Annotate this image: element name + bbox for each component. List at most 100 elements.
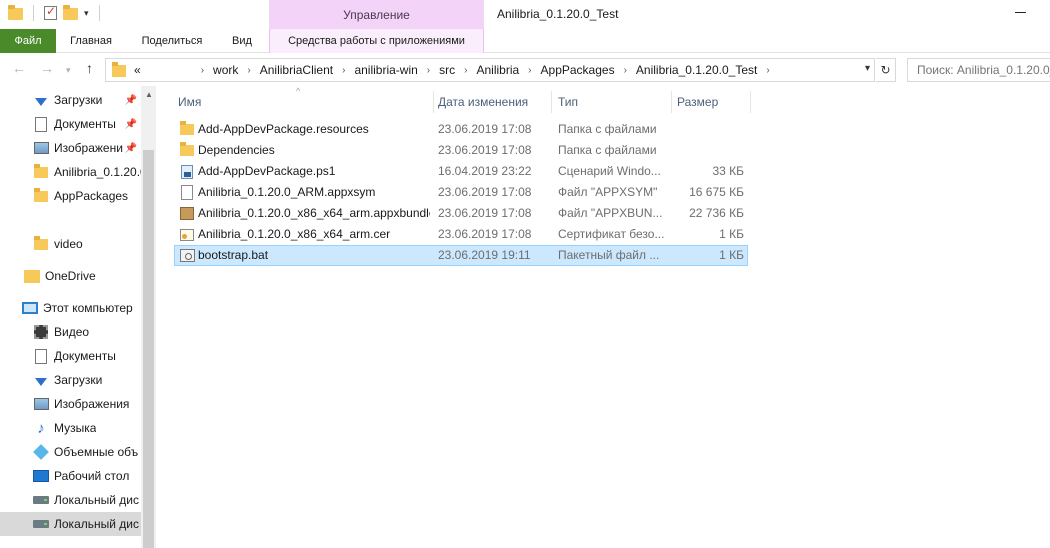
chevron-right-icon[interactable]: ›: [247, 65, 250, 76]
sidebar-item-label: OneDrive: [45, 269, 96, 283]
folder-icon[interactable]: [8, 5, 23, 20]
customize-toolbar-chevron-icon[interactable]: ▾: [84, 8, 89, 19]
blank-file-icon: [179, 185, 195, 200]
breadcrumb-item[interactable]: AppPackages: [541, 63, 615, 77]
file-name: Add-AppDevPackage.ps1: [198, 164, 336, 178]
sidebar-item-label: Загрузки: [54, 373, 103, 387]
breadcrumb: « › work › AnilibriaClient › anilibria-w…: [134, 63, 779, 77]
sidebar-item-onedrive[interactable]: OneDrive: [0, 264, 141, 288]
breadcrumb-item[interactable]: AnilibriaClient: [260, 63, 333, 77]
chevron-right-icon[interactable]: ›: [766, 65, 769, 76]
search-input[interactable]: [907, 58, 1050, 82]
quick-access-toolbar: ▾: [8, 4, 104, 21]
download-icon: [33, 372, 49, 388]
file-row-selected[interactable]: bootstrap.bat 23.06.2019 19:11 Пакетный …: [174, 245, 748, 266]
folder-icon: [112, 62, 126, 77]
breadcrumb-item[interactable]: anilibria-win: [354, 63, 417, 77]
sidebar-scrollbar-thumb[interactable]: [143, 150, 154, 548]
chevron-right-icon[interactable]: ›: [342, 65, 345, 76]
up-arrow-icon[interactable]: ↑: [86, 60, 93, 76]
pictures-icon: [33, 140, 49, 156]
sidebar-item-downloads-quick[interactable]: Загрузки 📌: [0, 88, 141, 112]
file-row[interactable]: Add-AppDevPackage.resources 23.06.2019 1…: [174, 119, 748, 140]
sidebar-item-video-folder[interactable]: video: [0, 232, 141, 256]
file-date: 23.06.2019 17:08: [438, 143, 532, 157]
sidebar-item-videos[interactable]: Видео: [0, 320, 141, 344]
file-row[interactable]: Anilibria_0.1.20.0_x86_x64_arm.cer 23.06…: [174, 224, 748, 245]
sidebar-item-documents[interactable]: Документы: [0, 344, 141, 368]
sidebar-item-3d-objects[interactable]: Объемные объ: [0, 440, 141, 464]
column-header-date[interactable]: Дата изменения: [433, 91, 552, 113]
scroll-up-arrow-icon[interactable]: ▲: [145, 90, 153, 99]
file-row[interactable]: Dependencies 23.06.2019 17:08 Папка с фа…: [174, 140, 748, 161]
breadcrumb-item[interactable]: work: [213, 63, 238, 77]
breadcrumb-item[interactable]: src: [439, 63, 455, 77]
tab-share[interactable]: Поделиться: [133, 29, 211, 53]
sidebar-item-label: Видео: [54, 325, 90, 339]
sidebar-item-label: video: [54, 237, 83, 251]
sidebar-item-label: Музыка: [54, 421, 97, 435]
chevron-right-icon[interactable]: ›: [624, 65, 627, 76]
documents-icon: [33, 116, 49, 132]
pin-icon[interactable]: 📌: [125, 119, 137, 130]
breadcrumb-item-current[interactable]: Anilibria_0.1.20.0_Test: [636, 63, 757, 77]
minimize-button[interactable]: [1015, 12, 1026, 13]
column-header-name[interactable]: Имя: [173, 91, 434, 113]
sidebar-item-downloads[interactable]: Загрузки: [0, 368, 141, 392]
file-date: 23.06.2019 17:08: [438, 185, 532, 199]
refresh-button[interactable]: ↻: [876, 58, 896, 82]
breadcrumb-item[interactable]: Anilibria: [476, 63, 519, 77]
sidebar-item-this-pc[interactable]: Этот компьютер: [0, 296, 141, 320]
recent-locations-chevron-icon[interactable]: ▾: [66, 65, 71, 76]
sidebar-item-label: Локальный дис: [54, 493, 139, 507]
ribbon-tabs: Файл Главная Поделиться Вид Средства раб…: [0, 29, 1050, 53]
file-row[interactable]: Anilibria_0.1.20.0_ARM.appxsym 23.06.201…: [174, 182, 748, 203]
sidebar-item-label: Рабочий стол: [54, 469, 130, 483]
onedrive-icon: [24, 268, 40, 284]
file-name: Anilibria_0.1.20.0_ARM.appxsym: [198, 185, 376, 199]
sidebar-item-local-disk-d[interactable]: Локальный дис: [0, 512, 141, 536]
chevron-right-icon[interactable]: ›: [427, 65, 430, 76]
tab-file[interactable]: Файл: [0, 29, 56, 53]
tab-view[interactable]: Вид: [222, 29, 262, 53]
file-type: Файл "APPXBUN...: [558, 206, 663, 220]
sidebar-item-label: Изображени: [54, 141, 123, 155]
address-history-chevron-icon[interactable]: ▾: [865, 63, 870, 74]
sidebar-item-documents-quick[interactable]: Документы 📌: [0, 112, 141, 136]
file-type: Сертификат безо...: [558, 227, 665, 241]
file-type: Папка с файлами: [558, 143, 657, 157]
properties-icon[interactable]: [44, 4, 57, 20]
file-size: 1 КБ: [719, 227, 744, 241]
chevron-right-icon[interactable]: ›: [528, 65, 531, 76]
sidebar-item-label: Этот компьютер: [43, 301, 133, 315]
tab-home[interactable]: Главная: [62, 29, 120, 53]
pin-icon[interactable]: 📌: [125, 143, 137, 154]
pin-icon[interactable]: 📌: [125, 95, 137, 106]
file-date: 23.06.2019 17:08: [438, 206, 532, 220]
column-header-type[interactable]: Тип: [553, 91, 672, 113]
column-header-size[interactable]: Размер: [672, 91, 751, 113]
file-row[interactable]: Anilibria_0.1.20.0_x86_x64_arm.appxbundl…: [174, 203, 748, 224]
sidebar-item-apppackages[interactable]: AppPackages: [0, 184, 141, 208]
chevron-right-icon[interactable]: ›: [464, 65, 467, 76]
sidebar-item-music[interactable]: ♪ Музыка: [0, 416, 141, 440]
folder-icon: [33, 187, 49, 204]
tab-app-tools[interactable]: Средства работы с приложениями: [269, 29, 484, 53]
file-size: 22 736 КБ: [689, 206, 744, 220]
breadcrumb-overflow[interactable]: «: [134, 63, 141, 77]
address-bar[interactable]: « › work › AnilibriaClient › anilibria-w…: [105, 58, 875, 82]
sidebar-item-local-disk-c[interactable]: Локальный дис: [0, 488, 141, 512]
chevron-right-icon[interactable]: ›: [201, 65, 204, 76]
title-bar: ▾ Управление Anilibria_0.1.20.0_Test: [0, 0, 1050, 30]
sidebar-item-anilibria[interactable]: Anilibria_0.1.20.0: [0, 160, 141, 184]
new-folder-icon[interactable]: [63, 5, 78, 20]
back-arrow-icon[interactable]: ←: [12, 60, 26, 76]
sidebar-item-pictures[interactable]: Изображения: [0, 392, 141, 416]
file-row[interactable]: Add-AppDevPackage.ps1 16.04.2019 23:22 С…: [174, 161, 748, 182]
certificate-icon: [179, 227, 195, 242]
sidebar-item-pictures-quick[interactable]: Изображени 📌: [0, 136, 141, 160]
sidebar-item-label: Документы: [54, 117, 116, 131]
forward-arrow-icon[interactable]: →: [40, 60, 54, 76]
folder-icon: [33, 235, 49, 252]
sidebar-item-desktop[interactable]: Рабочий стол: [0, 464, 141, 488]
